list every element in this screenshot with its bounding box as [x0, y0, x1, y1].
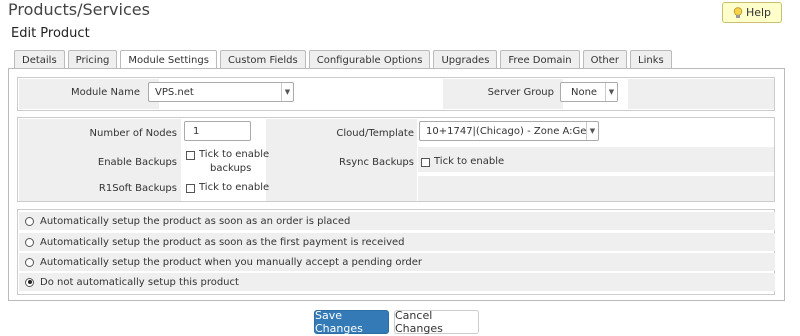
tab-module-settings[interactable]: Module Settings	[120, 50, 217, 70]
server-group-label: Server Group	[487, 87, 554, 98]
help-label: Help	[745, 6, 772, 19]
filler-cell	[418, 176, 774, 201]
module-name-value: VPS.net	[155, 86, 194, 98]
r1soft-backups-label: R1Soft Backups	[98, 183, 177, 194]
module-name-select[interactable]: VPS.net ▼	[148, 82, 294, 102]
module-settings-panel: Module Name VPS.net ▼ Server Group None …	[8, 68, 785, 301]
cloud-template-value: 10+1747|(Chicago) - Zone A:Gentoo	[426, 125, 586, 137]
tab-free-domain[interactable]: Free Domain	[500, 50, 580, 69]
setup-option-label: Automatically setup the product as soon …	[40, 236, 405, 248]
enable-backups-text: Tick to enable	[199, 149, 270, 160]
tab-configurable-options[interactable]: Configurable Options	[308, 50, 431, 69]
help-button[interactable]: Help	[722, 2, 782, 23]
chevron-down-icon: ▼	[281, 83, 293, 101]
setup-option-label: Do not automatically setup this product	[40, 276, 239, 288]
cloud-template-select[interactable]: 10+1747|(Chicago) - Zone A:Gentoo ▼	[419, 121, 599, 141]
setup-option-label: Automatically setup the product as soon …	[40, 215, 351, 227]
chevron-down-icon: ▼	[586, 122, 598, 140]
module-name-label: Module Name	[70, 87, 140, 98]
rsync-backups-checkbox[interactable]	[421, 158, 430, 167]
module-box: Module Name VPS.net ▼ Server Group None …	[17, 77, 775, 111]
tab-links[interactable]: Links	[630, 50, 672, 69]
lightbulb-icon	[733, 6, 743, 18]
section-title: Edit Product	[11, 26, 90, 41]
save-changes-button[interactable]: Save Changes	[314, 309, 389, 335]
tab-bar: Details Pricing Module Settings Custom F…	[14, 50, 672, 70]
filler-cell	[628, 79, 774, 109]
setup-option-row[interactable]: Do not automatically setup this product	[19, 273, 775, 291]
enable-backups-label: Enable Backups	[97, 157, 177, 168]
setup-option-radio-selected[interactable]	[25, 277, 34, 287]
enable-backups-checkbox[interactable]	[186, 151, 195, 160]
tab-upgrades[interactable]: Upgrades	[433, 50, 498, 69]
setup-option-row[interactable]: Automatically setup the product as soon …	[19, 212, 775, 230]
r1soft-backups-text: Tick to enable	[199, 182, 270, 193]
setup-option-radio[interactable]	[25, 237, 34, 247]
setup-option-row[interactable]: Automatically setup the product as soon …	[19, 233, 775, 251]
setup-option-radio[interactable]	[25, 257, 34, 267]
cloud-template-label: Cloud/Template	[336, 128, 414, 139]
rsync-backups-label: Rsync Backups	[339, 157, 414, 168]
server-group-select[interactable]: None ▼	[560, 82, 618, 102]
setup-option-row[interactable]: Automatically setup the product when you…	[19, 253, 775, 271]
config-box: Number of Nodes 1 Cloud/Template 10+1747…	[17, 117, 775, 202]
setup-option-radio[interactable]	[25, 216, 34, 226]
tab-custom-fields[interactable]: Custom Fields	[219, 50, 306, 69]
tab-pricing[interactable]: Pricing	[67, 50, 118, 69]
r1soft-backups-checkbox[interactable]	[186, 184, 195, 193]
rsync-backups-text: Tick to enable	[434, 156, 505, 167]
enable-backups-text-2: backups	[210, 163, 252, 174]
auto-setup-box: Automatically setup the product as soon …	[17, 209, 775, 295]
tab-details[interactable]: Details	[14, 50, 65, 69]
server-group-value: None	[571, 86, 598, 98]
chevron-down-icon: ▼	[605, 83, 617, 101]
tab-other[interactable]: Other	[582, 50, 628, 69]
nodes-label: Number of Nodes	[89, 128, 177, 139]
nodes-input[interactable]: 1	[184, 121, 251, 141]
setup-option-label: Automatically setup the product when you…	[40, 256, 423, 268]
page-title: Products/Services	[8, 0, 150, 19]
cancel-changes-button[interactable]: Cancel Changes	[394, 309, 479, 335]
